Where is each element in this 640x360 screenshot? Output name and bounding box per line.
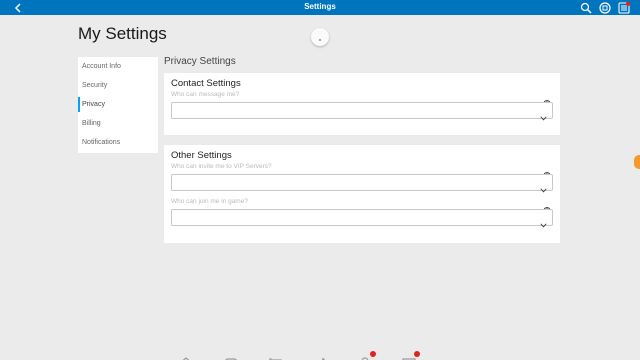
menu-icon[interactable]: [618, 1, 630, 14]
other-settings-title: Other Settings: [171, 150, 232, 161]
chevron-down-icon: [540, 180, 547, 193]
vip-invite-field-label: Who can invite me to VIP Servers?: [171, 163, 272, 170]
chevron-down-icon: [540, 215, 547, 228]
top-navigation-bar: Settings: [0, 0, 640, 15]
games-icon[interactable]: [224, 354, 238, 360]
chevron-down-icon: [540, 108, 547, 121]
search-icon[interactable]: [580, 1, 592, 14]
sidebar-item-security[interactable]: Security: [78, 76, 158, 95]
catalog-icon[interactable]: [268, 354, 282, 360]
bottom-navigation-bar: [0, 351, 640, 360]
contact-settings-card: Contact Settings Who can message me?: [164, 73, 560, 135]
topbar-title: Settings: [304, 2, 336, 11]
home-icon[interactable]: [179, 354, 193, 360]
topbar-icons: [580, 1, 630, 14]
vip-invite-field-row: [171, 172, 553, 193]
messages-icon[interactable]: [402, 351, 420, 360]
sidebar-item-account-info[interactable]: Account Info: [78, 57, 158, 76]
sidebar-item-privacy[interactable]: Privacy: [78, 95, 158, 114]
privacy-settings-heading: Privacy Settings: [164, 56, 236, 67]
join-game-field-row: [171, 207, 553, 228]
join-game-field-label: Who can join me in game?: [171, 198, 248, 205]
page-title: My Settings: [78, 24, 167, 43]
loading-indicator: [311, 28, 329, 46]
contact-settings-title: Contact Settings: [171, 78, 241, 89]
settings-sidebar: Account Info Security Privacy Billing No…: [78, 57, 158, 153]
robux-icon[interactable]: [599, 1, 611, 14]
notification-badge: [370, 351, 376, 357]
more-icon[interactable]: [446, 354, 460, 360]
chat-toggle-tab[interactable]: [634, 155, 640, 169]
notification-badge: [414, 351, 420, 357]
message-field-row: [171, 100, 553, 121]
join-game-dropdown[interactable]: [171, 209, 553, 228]
friends-icon[interactable]: [358, 351, 376, 360]
vip-invite-dropdown[interactable]: [171, 174, 553, 193]
other-settings-card: Other Settings Who can invite me to VIP …: [164, 145, 560, 243]
avatar-icon[interactable]: [313, 354, 327, 360]
sidebar-item-notifications[interactable]: Notifications: [78, 133, 158, 152]
message-field-label: Who can message me?: [171, 91, 240, 98]
message-privacy-dropdown[interactable]: [171, 102, 553, 121]
sidebar-item-billing[interactable]: Billing: [78, 114, 158, 133]
